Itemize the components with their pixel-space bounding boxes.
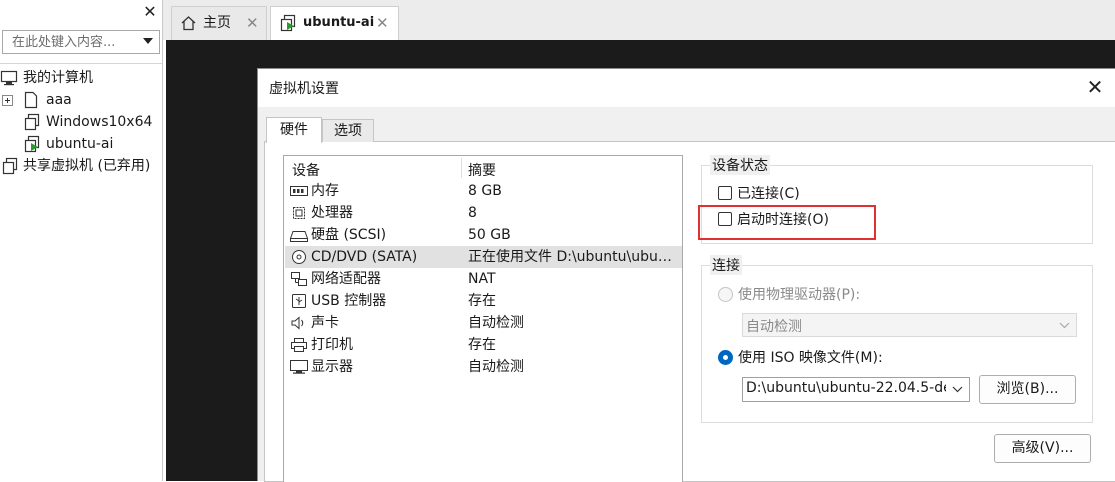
dialog-close-icon[interactable]: ✕ xyxy=(1084,75,1106,99)
physical-drive-label[interactable]: 使用物理驱动器(P): xyxy=(738,284,860,304)
device-name: 硬盘 (SCSI) xyxy=(311,227,387,243)
connection-group: 连接 使用物理驱动器(P): 自动检测 使用 ISO 映像文件(M): D:\u… xyxy=(701,255,1093,423)
connected-checkbox[interactable] xyxy=(718,186,732,200)
device-list[interactable]: 设备 摘要 内存 8 GB 处理器 8 硬盘 (SCSI) 50 GB CD/D… xyxy=(283,155,683,482)
memory-icon xyxy=(290,186,308,196)
running-vm-icon xyxy=(280,14,296,32)
iso-image-radio[interactable] xyxy=(718,350,733,365)
device-list-header: 设备 摘要 xyxy=(284,156,682,180)
tree-item-label: Windows10x64 xyxy=(46,114,153,130)
home-icon xyxy=(181,16,196,31)
tree-item-ubuntu-ai[interactable]: ubuntu-ai xyxy=(0,133,162,155)
device-row-usb-controller[interactable]: USB 控制器 存在 xyxy=(285,290,682,312)
device-summary: 自动检测 xyxy=(468,359,524,375)
cd-dvd-icon xyxy=(292,250,306,264)
device-row-memory[interactable]: 内存 8 GB xyxy=(285,180,682,202)
tree-item-label: ubuntu-ai xyxy=(46,136,114,152)
tree-item-label: 共享虚拟机 (已弃用) xyxy=(23,158,151,174)
shared-vm-icon xyxy=(2,157,18,175)
tree-item-label: 我的计算机 xyxy=(23,70,93,86)
tree-item-label: aaa xyxy=(46,92,72,108)
tree-item-aaa[interactable]: aaa xyxy=(0,89,162,111)
tab-options[interactable]: 选项 xyxy=(322,119,374,142)
device-summary: 8 GB xyxy=(468,183,502,199)
physical-drive-radio[interactable] xyxy=(718,287,733,302)
expand-icon[interactable] xyxy=(2,95,13,106)
device-name: 打印机 xyxy=(311,337,353,353)
device-name: 内存 xyxy=(311,183,339,199)
tab-home[interactable]: 主页 ✕ xyxy=(171,6,267,40)
tab-hardware[interactable]: 硬件 xyxy=(266,117,322,143)
group-title-connection: 连接 xyxy=(710,255,742,275)
vm-icon xyxy=(24,113,40,131)
browse-button[interactable]: 浏览(B)... xyxy=(979,375,1076,404)
device-row-sound-card[interactable]: 声卡 自动检测 xyxy=(285,312,682,334)
tab-ubuntu-ai[interactable]: ubuntu-ai ✕ xyxy=(270,6,399,40)
usb-controller-icon xyxy=(292,294,306,308)
chevron-down-icon[interactable] xyxy=(952,386,963,393)
iso-path-value: D:\ubuntu\ubuntu-22.04.5-des xyxy=(746,380,946,396)
device-name: 显示器 xyxy=(311,359,353,375)
tab-strip: 主页 ✕ ubuntu-ai ✕ xyxy=(163,0,1115,40)
network-adapter-icon xyxy=(291,272,307,286)
device-row-cd-dvd[interactable]: CD/DVD (SATA) 正在使用文件 D:\ubuntu\ubuntu-22… xyxy=(285,246,682,268)
display-icon xyxy=(290,360,308,374)
device-row-printer[interactable]: 打印机 存在 xyxy=(285,334,682,356)
column-divider[interactable] xyxy=(461,158,462,178)
device-name: CD/DVD (SATA) xyxy=(311,249,418,265)
device-name: 处理器 xyxy=(311,205,353,221)
physical-drive-value: 自动检测 xyxy=(746,319,802,335)
tab-close-icon[interactable]: ✕ xyxy=(246,7,259,39)
device-row-processor[interactable]: 处理器 8 xyxy=(285,202,682,224)
dialog-titlebar[interactable]: 虚拟机设置 ✕ xyxy=(258,69,1115,107)
hard-disk-icon xyxy=(289,231,309,242)
device-row-display[interactable]: 显示器 自动检测 xyxy=(285,356,682,378)
physical-drive-select[interactable]: 自动检测 xyxy=(742,313,1077,337)
sound-card-icon xyxy=(291,316,304,330)
library-search-box[interactable] xyxy=(2,30,160,54)
radio-dot xyxy=(723,355,728,360)
tree-item-windows10x64[interactable]: Windows10x64 xyxy=(0,111,162,133)
library-search-input[interactable] xyxy=(3,31,144,53)
device-row-hard-disk[interactable]: 硬盘 (SCSI) 50 GB xyxy=(285,224,682,246)
connected-label[interactable]: 已连接(C) xyxy=(737,183,800,203)
library-panel: ✕ 我的计算机 aaa Windows10x64 xyxy=(0,0,163,481)
advanced-button[interactable]: 高级(V)... xyxy=(994,434,1091,463)
device-summary: 正在使用文件 D:\ubuntu\ubuntu-22.04.5-desktop-… xyxy=(468,249,678,265)
device-summary: 8 xyxy=(468,205,477,221)
vm-icon xyxy=(24,91,38,109)
column-header-summary[interactable]: 摘要 xyxy=(468,160,496,180)
iso-image-label[interactable]: 使用 ISO 映像文件(M): xyxy=(738,347,883,367)
device-name: 声卡 xyxy=(311,315,339,331)
tree-item-my-computer[interactable]: 我的计算机 xyxy=(0,67,162,89)
running-vm-icon xyxy=(24,135,40,153)
tab-label: 主页 xyxy=(203,15,231,31)
device-summary: 存在 xyxy=(468,337,496,353)
device-name: USB 控制器 xyxy=(311,293,387,309)
dialog-title: 虚拟机设置 xyxy=(269,81,339,97)
tree-item-shared-vms[interactable]: 共享虚拟机 (已弃用) xyxy=(0,155,162,177)
device-summary: NAT xyxy=(468,271,496,287)
computer-icon xyxy=(0,70,18,86)
device-summary: 存在 xyxy=(468,293,496,309)
device-name: 网络适配器 xyxy=(311,271,381,287)
iso-path-combobox[interactable]: D:\ubuntu\ubuntu-22.04.5-des xyxy=(742,377,970,402)
device-summary: 50 GB xyxy=(468,227,511,243)
library-close-icon[interactable]: ✕ xyxy=(142,3,158,21)
processor-icon xyxy=(293,207,305,219)
tab-close-icon[interactable]: ✕ xyxy=(376,7,389,39)
device-summary: 自动检测 xyxy=(468,315,524,331)
column-header-device[interactable]: 设备 xyxy=(292,160,320,180)
printer-icon xyxy=(291,338,307,352)
chevron-down-icon xyxy=(1059,322,1070,329)
tab-label: ubuntu-ai xyxy=(303,15,375,30)
group-title-device-status: 设备状态 xyxy=(710,155,770,175)
vm-settings-dialog: 虚拟机设置 ✕ 硬件 选项 设备 摘要 内存 8 GB 处理器 8 硬盘 (SC… xyxy=(257,68,1115,482)
highlight-box xyxy=(698,205,876,240)
search-dropdown-icon[interactable] xyxy=(143,38,153,44)
device-row-network-adapter[interactable]: 网络适配器 NAT xyxy=(285,268,682,290)
library-divider xyxy=(0,63,162,64)
